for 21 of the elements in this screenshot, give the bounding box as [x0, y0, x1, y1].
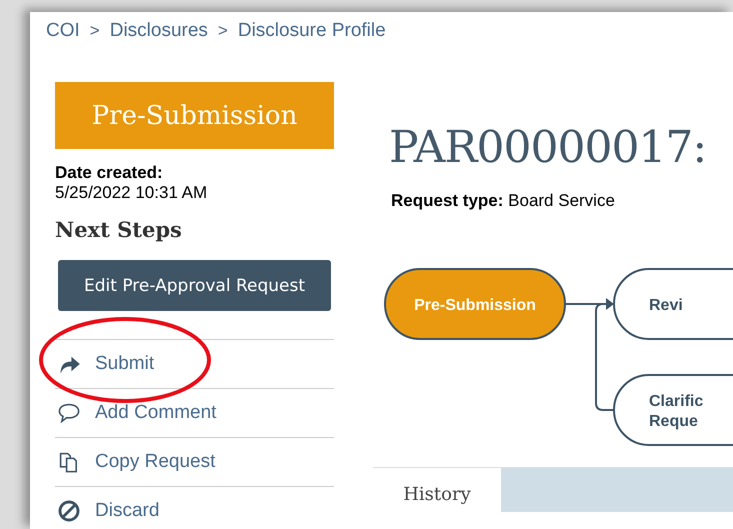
breadcrumb-separator: > [218, 20, 228, 42]
action-link[interactable]: Discard [95, 500, 160, 522]
action-link[interactable]: Add Comment [95, 402, 216, 424]
breadcrumb-separator: > [90, 20, 100, 42]
request-type: Request type: Board Service [391, 191, 616, 211]
request-title: PAR00000017: [389, 122, 708, 173]
section-heading: Next Steps [55, 217, 183, 242]
breadcrumb-link[interactable]: Disclosures [110, 20, 208, 50]
action-link[interactable]: Copy Request [95, 451, 216, 473]
workflow-node: Clarific Reque [613, 374, 733, 446]
edit-request-button[interactable]: Edit Pre-Approval Request [58, 260, 331, 311]
speech-bubble-icon [57, 401, 81, 425]
status-banner: Pre-Submission [55, 82, 334, 149]
workflow-node: Revi [613, 268, 733, 340]
date-value: 5/25/2022 10:31 AM [55, 183, 208, 203]
action-link[interactable]: Submit [95, 353, 154, 375]
breadcrumb-link[interactable]: COI [46, 20, 80, 50]
workflow-node: Pre-Submission [384, 268, 566, 340]
prohibited-icon [57, 499, 81, 523]
breadcrumb-link[interactable]: Disclosure Profile [238, 20, 386, 50]
date-label: Date created: [55, 163, 164, 183]
